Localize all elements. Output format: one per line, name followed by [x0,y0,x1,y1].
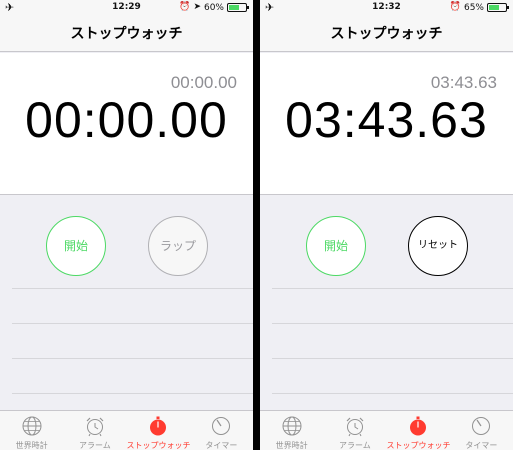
start-button[interactable]: 開始 [306,216,366,276]
tab-label: ストップウォッチ [386,441,451,450]
tab-timer[interactable]: タイマー [450,411,513,450]
timer-display: 00:00.00 00:00.00 [0,53,253,195]
location-arrow-icon: ➤ [193,2,201,12]
page-title: ストップウォッチ [260,16,513,52]
stopwatch-screen-right: ✈ 12:32 ⏰ 65% ストップウォッチ 03:43.63 03:43.63… [260,0,513,450]
controls: 開始 ラップ [0,196,253,288]
globe-icon [22,416,42,436]
tab-label: 世界時計 [15,441,48,450]
lap-row-divider [12,393,253,394]
lap-row-divider [12,358,253,359]
battery-percent: 65% [463,2,484,13]
reset-button[interactable]: リセット [408,216,468,276]
tab-alarm[interactable]: アラーム [63,411,126,450]
battery-fill [489,5,500,10]
status-right: ⏰ 65% [449,2,509,13]
tab-label: ストップウォッチ [126,441,191,450]
globe-icon [282,416,302,436]
start-button[interactable]: 開始 [46,216,106,276]
lap-row-divider [12,323,253,324]
tab-stopwatch[interactable]: ストップウォッチ [386,411,451,450]
lap-row-divider [12,288,253,289]
status-bar: ✈ 12:32 ⏰ 65% [260,0,513,16]
alarm-clock-icon [346,417,364,437]
tab-label: アラーム [338,441,371,450]
alarm-clock-icon: ⏰ [179,2,191,12]
tab-stopwatch[interactable]: ストップウォッチ [126,411,191,450]
main-time: 03:43.63 [285,92,488,148]
battery-fill [229,5,239,10]
tab-label: アラーム [78,441,111,450]
alarm-clock-icon: ⏰ [449,2,461,12]
lap-row-divider [272,393,513,394]
tab-alarm[interactable]: アラーム [323,411,386,450]
page-title: ストップウォッチ [0,16,253,52]
battery-icon [227,3,249,12]
tab-timer[interactable]: タイマー [190,411,253,450]
lap-time: 00:00.00 [170,73,237,92]
lap-list [0,288,253,410]
tab-label: 世界時計 [275,441,308,450]
lap-row-divider [272,288,513,289]
timer-icon [472,417,491,435]
stopwatch-screen-left: ✈ 12:29 ⏰ ➤ 60% ストップウォッチ 00:00.00 00:00.… [0,0,253,450]
lap-list [260,288,513,410]
tab-world-clock[interactable]: 世界時計 [260,411,323,450]
battery-percent: 60% [203,2,224,13]
controls: 開始 リセット [260,196,513,288]
lap-time: 03:43.63 [430,73,497,92]
lap-row-divider [272,323,513,324]
battery-icon [487,3,509,12]
lap-button[interactable]: ラップ [148,216,208,276]
stopwatch-icon [410,416,427,436]
timer-display: 03:43.63 03:43.63 [260,53,513,195]
main-time: 00:00.00 [25,92,228,148]
timer-icon [212,417,231,435]
lap-row-divider [272,358,513,359]
tab-label: タイマー [465,441,498,450]
tab-bar: 世界時計 アラーム ストップウォッチ タイマー [0,410,253,450]
status-bar: ✈ 12:29 ⏰ ➤ 60% [0,0,253,16]
tab-label: タイマー [205,441,238,450]
stopwatch-icon [150,416,167,436]
status-right: ⏰ ➤ 60% [179,2,249,13]
tab-bar: 世界時計 アラーム ストップウォッチ タイマー [260,410,513,450]
tab-world-clock[interactable]: 世界時計 [0,411,63,450]
alarm-clock-icon [86,417,104,437]
